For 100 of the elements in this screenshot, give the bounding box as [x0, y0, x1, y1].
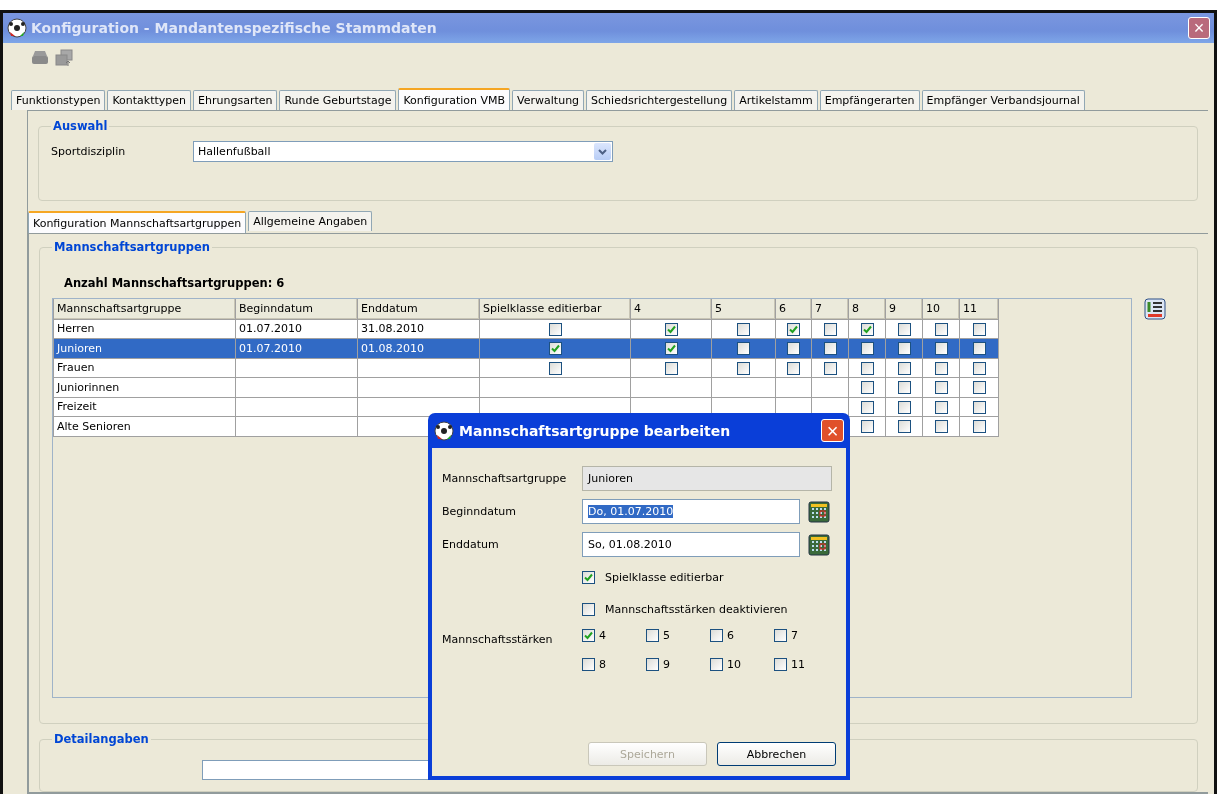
checkbox[interactable] [860, 400, 874, 414]
checkbox[interactable] [934, 361, 948, 375]
column-header[interactable]: 5 [711, 299, 776, 319]
checkbox[interactable] [787, 322, 800, 336]
checkbox[interactable] [934, 420, 948, 433]
checkbox[interactable] [897, 322, 911, 336]
checkbox[interactable] [582, 602, 595, 616]
checkbox[interactable] [897, 400, 911, 414]
checkbox[interactable] [860, 342, 874, 355]
column-header[interactable]: 9 [885, 299, 923, 319]
close-button[interactable]: × [821, 419, 844, 442]
column-settings-icon[interactable] [1144, 298, 1166, 320]
tab[interactable]: Artikelstamm [734, 90, 818, 110]
input-field[interactable]: Junioren [582, 466, 832, 491]
checkbox-label: 7 [791, 629, 798, 642]
calendar-icon[interactable] [808, 500, 830, 523]
checkbox[interactable] [787, 361, 800, 375]
tab[interactable]: Verwaltung [512, 90, 585, 110]
checkbox[interactable] [934, 381, 948, 394]
column-header[interactable]: 10 [922, 299, 960, 319]
field-label: Sportdisziplin [51, 145, 127, 158]
checkbox[interactable] [710, 658, 723, 671]
close-button[interactable]: × [1188, 16, 1210, 39]
checkbox[interactable] [823, 342, 837, 355]
checkbox[interactable] [664, 361, 678, 375]
checkbox[interactable] [774, 629, 787, 642]
checkbox[interactable] [548, 342, 562, 355]
column-header[interactable]: 6 [775, 299, 812, 319]
checkbox[interactable] [582, 629, 595, 642]
table-cell: Juniorinnen [53, 377, 236, 397]
tab[interactable]: Schiedsrichtergestellung [586, 90, 733, 110]
checkbox[interactable] [934, 322, 948, 336]
checkbox[interactable] [823, 322, 837, 336]
checkbox-label: 8 [599, 658, 606, 671]
field-label: Mannschaftsstärken [442, 633, 554, 646]
checkbox[interactable] [664, 322, 678, 336]
checkbox[interactable] [972, 361, 986, 375]
checkbox[interactable] [548, 361, 562, 375]
tab[interactable]: Konfiguration Mannschaftsartgruppen [28, 211, 247, 233]
checkbox[interactable] [972, 400, 986, 414]
table-cell: Frauen [53, 358, 236, 378]
checkbox[interactable] [860, 361, 874, 375]
checkbox[interactable] [860, 381, 874, 394]
checkbox[interactable] [972, 342, 986, 355]
tab[interactable]: Ehrungsarten [193, 90, 278, 110]
checkbox-label: 4 [599, 629, 606, 642]
dialog-button[interactable]: Abbrechen [717, 742, 836, 766]
tab[interactable]: Runde Geburtstage [279, 90, 397, 110]
checkbox[interactable] [774, 658, 787, 671]
checkbox-label: 11 [791, 658, 805, 671]
column-header[interactable]: Enddatum [357, 299, 480, 319]
tab[interactable]: Konfiguration VMB [398, 88, 511, 110]
table-cell: Alte Senioren [53, 416, 236, 436]
checkbox[interactable] [860, 322, 874, 336]
checkbox[interactable] [737, 342, 750, 355]
dialog-title: Mannschaftsartgruppe bearbeiten [459, 422, 732, 439]
tab[interactable]: Empfänger Verbandsjournal [921, 90, 1085, 110]
export-icon[interactable] [55, 49, 73, 68]
input-field[interactable]: So, 01.08.2010 [582, 532, 800, 557]
checkbox[interactable] [582, 658, 595, 671]
checkbox[interactable] [664, 342, 678, 355]
tab[interactable]: Kontakttypen [107, 90, 192, 110]
tab[interactable]: Allgemeine Angaben [248, 211, 373, 231]
printer-icon[interactable] [31, 50, 49, 67]
checkbox[interactable] [897, 361, 911, 375]
field-label: Beginndatum [442, 505, 518, 518]
column-header[interactable]: Beginndatum [235, 299, 358, 319]
checkbox[interactable] [897, 342, 911, 355]
checkbox[interactable] [548, 322, 562, 336]
checkbox-label: 9 [663, 658, 670, 671]
tab[interactable]: Funktionstypen [11, 90, 106, 110]
soccer-ball-icon [434, 420, 454, 441]
checkbox[interactable] [897, 381, 911, 394]
dropdown[interactable]: Hallenfußball [193, 141, 613, 162]
column-header[interactable]: Mannschaftsartgruppe [53, 299, 236, 319]
checkbox[interactable] [823, 361, 837, 375]
checkbox[interactable] [646, 658, 659, 671]
checkbox[interactable] [582, 570, 595, 584]
checkbox[interactable] [787, 342, 800, 355]
column-header[interactable]: 8 [848, 299, 886, 319]
input-field[interactable]: Do, 01.07.2010 [582, 499, 800, 524]
tab[interactable]: Empfängerarten [819, 90, 920, 110]
checkbox[interactable] [897, 420, 911, 433]
checkbox-label: Mannschaftsstärken deaktivieren [605, 602, 788, 616]
column-header[interactable]: 11 [959, 299, 999, 319]
column-header[interactable]: 7 [811, 299, 849, 319]
column-header[interactable]: 4 [630, 299, 712, 319]
window-title: Konfiguration - Mandantenspezifische Stammdaten [31, 19, 438, 36]
checkbox[interactable] [972, 381, 986, 394]
checkbox[interactable] [934, 400, 948, 414]
checkbox[interactable] [737, 361, 750, 375]
column-header[interactable]: Spielklasse editierbar [479, 299, 631, 319]
checkbox[interactable] [934, 342, 948, 355]
calendar-icon[interactable] [808, 533, 830, 556]
checkbox[interactable] [646, 629, 659, 642]
checkbox[interactable] [737, 322, 750, 336]
checkbox[interactable] [972, 322, 986, 336]
checkbox[interactable] [710, 629, 723, 642]
checkbox[interactable] [860, 420, 874, 433]
checkbox[interactable] [972, 420, 986, 433]
